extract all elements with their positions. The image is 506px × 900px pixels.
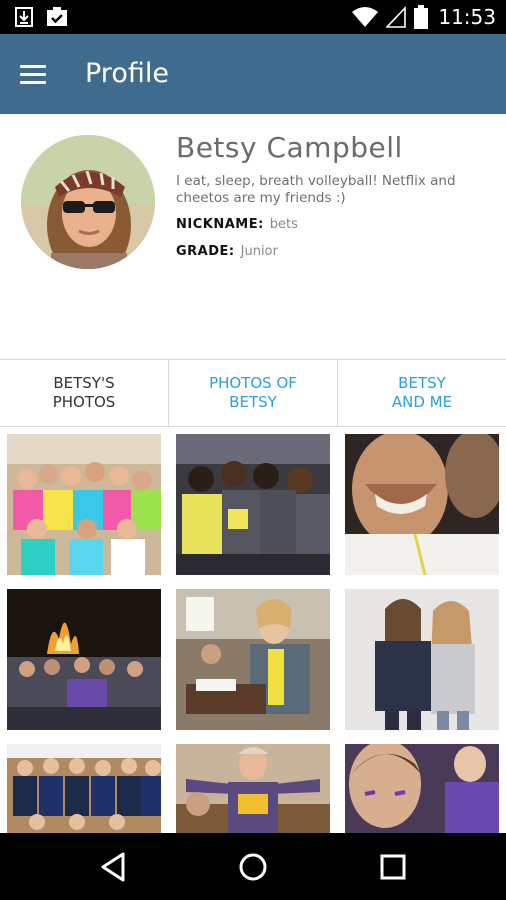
nickname-row: NICKNAME: bets: [176, 216, 298, 234]
profile-bio: I eat, sleep, breath volleyball! Netflix…: [176, 173, 456, 206]
photo-volleyball-huddle[interactable]: [176, 434, 330, 575]
photo-group-neon[interactable]: [7, 434, 161, 575]
battery-icon: [414, 5, 429, 29]
avatar[interactable]: [21, 135, 155, 269]
profile-screen: 11:53 Profile Betsy Campbell I eat, slee…: [0, 0, 506, 900]
home-icon[interactable]: [236, 850, 270, 884]
status-bar: 11:53: [0, 0, 506, 34]
photo-fans-crowd[interactable]: [345, 744, 499, 833]
download-icon: [15, 7, 33, 27]
photo-bonfire-group[interactable]: [7, 589, 161, 730]
photo-grid: [7, 434, 501, 833]
photo-classroom[interactable]: [176, 589, 330, 730]
photo-team-medals[interactable]: [7, 744, 161, 833]
profile-name: Betsy Campbell: [176, 131, 403, 164]
status-right: 11:53: [352, 4, 496, 30]
menu-icon[interactable]: [20, 56, 56, 92]
tab-betsys-photos[interactable]: BETSY'S PHOTOS: [0, 360, 169, 426]
grade-row: GRADE: Junior: [176, 243, 278, 261]
navigation-bar: [0, 833, 506, 900]
status-left: [14, 7, 68, 27]
grade-value: Junior: [240, 244, 278, 259]
photo-two-girls[interactable]: [345, 589, 499, 730]
tab-label: BETSY'S PHOTOS: [52, 374, 116, 411]
nickname-label: NICKNAME:: [176, 217, 264, 232]
app-bar: Profile: [0, 34, 506, 114]
recents-icon[interactable]: [376, 850, 410, 884]
tab-label: PHOTOS OF BETSY: [209, 374, 297, 411]
grade-label: GRADE:: [176, 244, 235, 259]
wifi-icon: [352, 7, 379, 27]
page-title: Profile: [85, 58, 169, 89]
back-icon[interactable]: [97, 850, 131, 884]
tab-label: BETSY AND ME: [391, 374, 453, 411]
cell-signal-icon: [386, 6, 407, 28]
photo-man-purple-shirt[interactable]: [176, 744, 330, 833]
status-time: 11:53: [438, 5, 496, 29]
clipboard-check-icon: [47, 7, 67, 26]
nickname-value: bets: [269, 217, 298, 232]
photo-selfie-friends[interactable]: [345, 434, 499, 575]
tab-betsy-and-me[interactable]: BETSY AND ME: [338, 360, 506, 426]
photo-tabs: BETSY'S PHOTOS PHOTOS OF BETSY BETSY AND…: [0, 359, 506, 427]
tab-photos-of-betsy[interactable]: PHOTOS OF BETSY: [169, 360, 338, 426]
